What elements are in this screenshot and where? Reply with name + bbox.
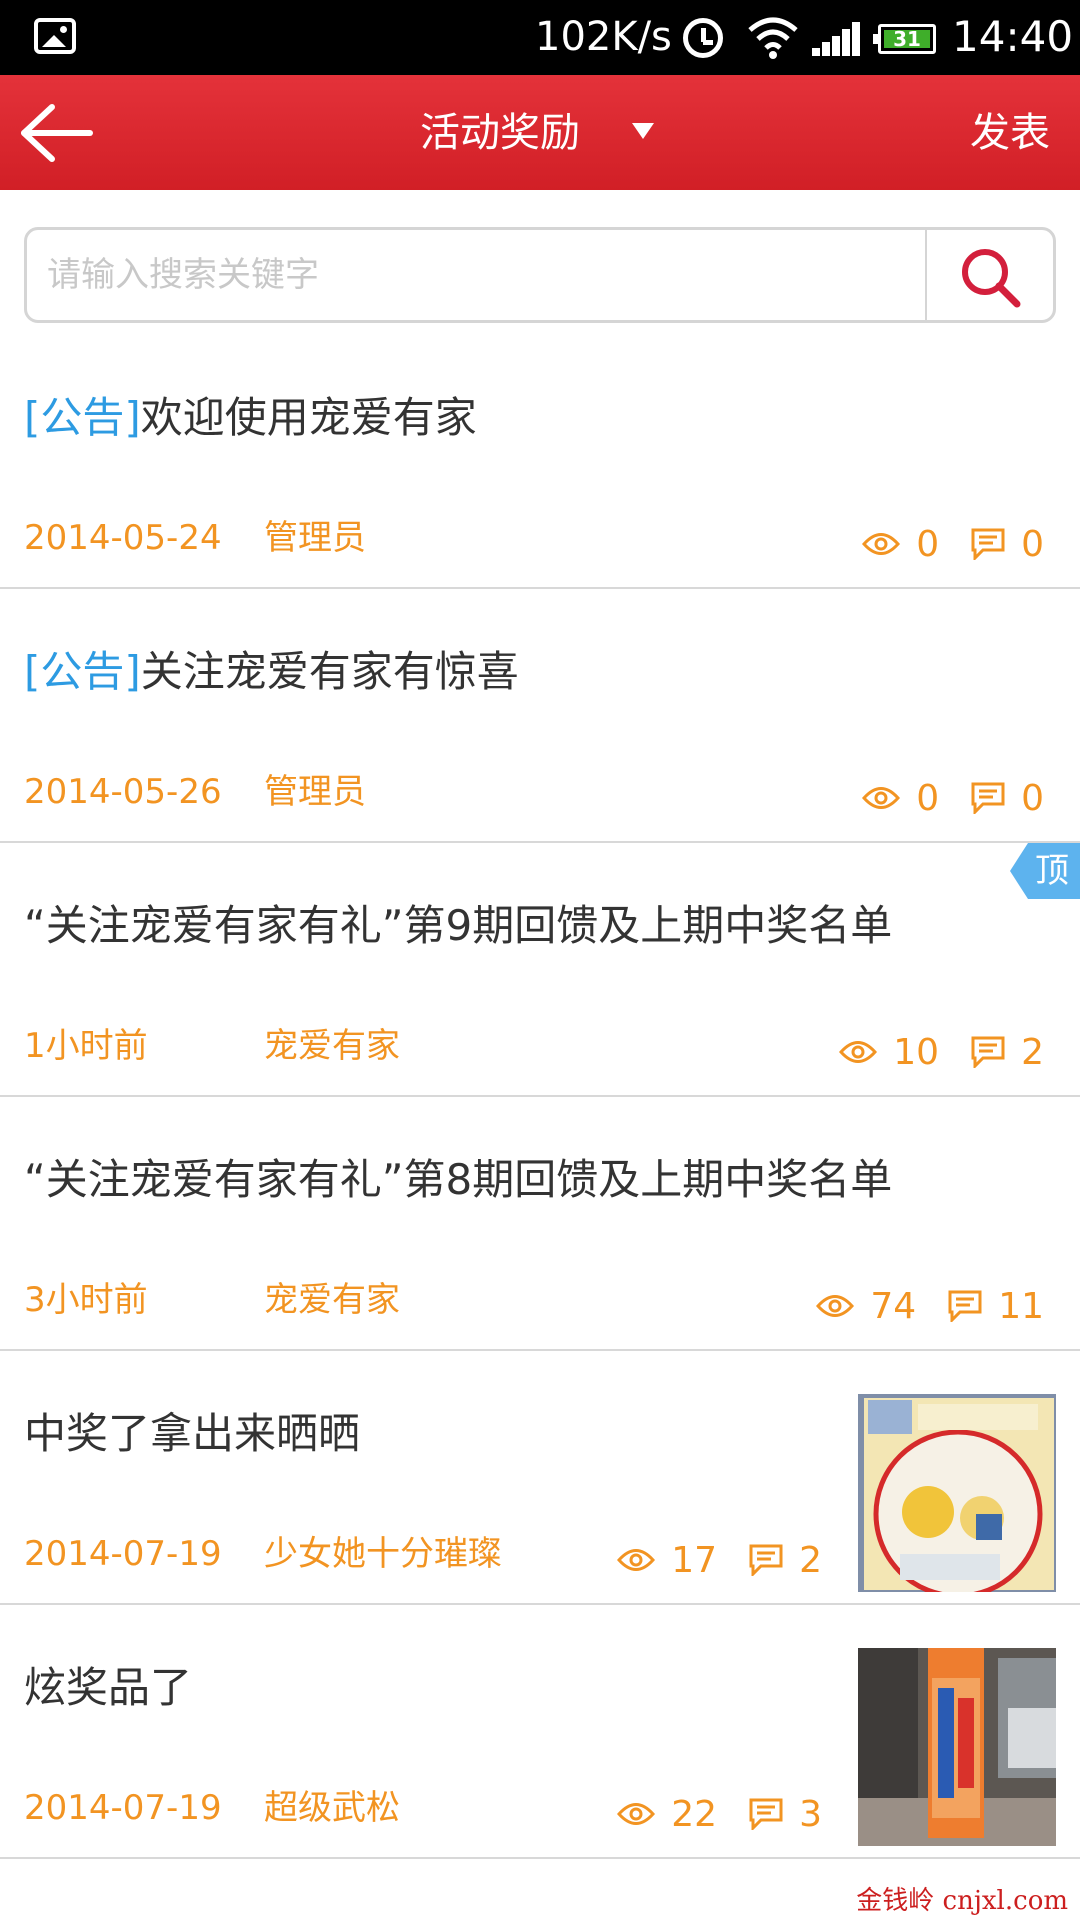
list-item[interactable]: [公告]欢迎使用宠爱有家 2014-05-24 管理员 0 0: [0, 335, 1080, 589]
comment-icon: [749, 1798, 783, 1830]
view-count: 22: [617, 1794, 717, 1835]
post-title: 中奖了拿出来晒晒: [24, 1409, 361, 1458]
comment-icon: [948, 1290, 982, 1322]
search-input[interactable]: [47, 240, 927, 310]
eye-icon: [862, 787, 901, 809]
post-list: [公告]欢迎使用宠爱有家 2014-05-24 管理员 0 0 [公告]关注宠爱…: [0, 335, 1080, 1859]
eye-icon: [862, 533, 901, 555]
pinned-badge: 顶: [1010, 843, 1080, 899]
list-item[interactable]: [公告]关注宠爱有家有惊喜 2014-05-26 管理员 0 0: [0, 589, 1080, 843]
post-date: 2014-05-26: [24, 772, 222, 812]
eye-icon: [816, 1295, 855, 1317]
post-author: 管理员: [264, 772, 366, 812]
post-date: 2014-05-24: [24, 518, 222, 558]
battery-level: 31: [884, 29, 930, 49]
comment-count: 0: [971, 524, 1044, 565]
list-item[interactable]: 顶 “关注宠爱有家有礼”第9期回馈及上期中奖名单 1小时前 宠爱有家 10 2: [0, 843, 1080, 1097]
category-title-dropdown[interactable]: 活动奖励: [420, 105, 580, 161]
comment-icon: [971, 1036, 1005, 1068]
comment-icon: [971, 782, 1005, 814]
list-item[interactable]: “关注宠爱有家有礼”第8期回馈及上期中奖名单 3小时前 宠爱有家 74 11: [0, 1097, 1080, 1351]
view-count: 0: [862, 524, 939, 565]
post-author: 宠爱有家: [264, 1026, 400, 1066]
view-count: 10: [839, 1032, 939, 1073]
alarm-icon: [683, 18, 723, 58]
eye-icon: [617, 1803, 656, 1825]
battery-icon: 31: [873, 24, 936, 54]
search-bar: [24, 227, 1056, 323]
post-author: 管理员: [264, 518, 366, 558]
post-date: 2014-07-19: [24, 1534, 222, 1574]
post-thumbnail-image[interactable]: [858, 1648, 1056, 1846]
post-stats: 22 3: [617, 1791, 822, 1837]
network-speed: 102K/s: [535, 14, 672, 60]
post-title: “关注宠爱有家有礼”第8期回馈及上期中奖名单: [24, 1155, 893, 1204]
gallery-notification-icon: [34, 18, 76, 54]
publish-button[interactable]: 发表: [970, 105, 1050, 161]
announcement-tag: [公告]: [24, 393, 141, 442]
post-stats: 74 11: [816, 1283, 1044, 1329]
post-title: [公告]关注宠爱有家有惊喜: [24, 647, 519, 696]
comment-count: 0: [971, 778, 1044, 819]
list-item[interactable]: 炫奖品了 2014-07-19 超级武松 22 3: [0, 1605, 1080, 1859]
post-author: 少女她十分璀璨: [264, 1534, 502, 1574]
comment-count: 3: [749, 1794, 822, 1835]
announcement-tag: [公告]: [24, 647, 141, 696]
view-count: 74: [816, 1286, 916, 1327]
post-title: [公告]欢迎使用宠爱有家: [24, 393, 477, 442]
list-item[interactable]: 中奖了拿出来晒晒 2014-07-19 少女她十分璀璨 17 2: [0, 1351, 1080, 1605]
post-author: 超级武松: [264, 1788, 400, 1828]
comment-icon: [971, 528, 1005, 560]
search-icon[interactable]: [927, 230, 1053, 320]
post-stats: 0 0: [862, 521, 1044, 567]
post-date: 2014-07-19: [24, 1788, 222, 1828]
comment-count: 2: [749, 1540, 822, 1581]
comment-count: 2: [971, 1032, 1044, 1073]
cell-signal-icon: [812, 22, 860, 56]
view-count: 17: [617, 1540, 717, 1581]
post-stats: 17 2: [617, 1537, 822, 1583]
post-author: 宠爱有家: [264, 1280, 400, 1320]
post-stats: 0 0: [862, 775, 1044, 821]
status-bar: 102K/s 31 14:40: [0, 0, 1080, 75]
post-title: 炫奖品了: [24, 1663, 193, 1712]
view-count: 0: [862, 778, 939, 819]
post-date: 3小时前: [24, 1280, 148, 1320]
post-date: 1小时前: [24, 1026, 148, 1066]
app-header: 活动奖励 发表: [0, 75, 1080, 190]
comment-icon: [749, 1544, 783, 1576]
watermark: 金钱岭 cnjxl.com: [856, 1886, 1068, 1916]
post-stats: 10 2: [839, 1029, 1044, 1075]
eye-icon: [839, 1041, 878, 1063]
back-arrow-icon[interactable]: [18, 103, 94, 163]
clock: 14:40: [952, 12, 1074, 61]
wifi-icon: [748, 17, 798, 59]
post-title: “关注宠爱有家有礼”第9期回馈及上期中奖名单: [24, 901, 893, 950]
dropdown-caret-icon[interactable]: [632, 123, 654, 139]
comment-count: 11: [948, 1286, 1044, 1327]
post-thumbnail-image[interactable]: [858, 1394, 1056, 1592]
eye-icon: [617, 1549, 656, 1571]
